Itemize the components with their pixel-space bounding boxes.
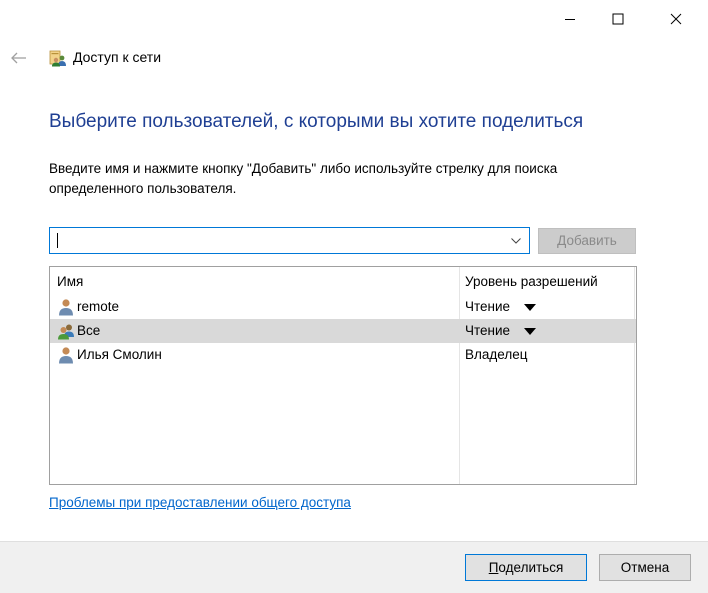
close-icon xyxy=(670,13,682,25)
user-name-input[interactable] xyxy=(50,228,505,253)
combo-dropdown-button[interactable] xyxy=(507,228,525,253)
chevron-down-icon xyxy=(511,237,521,244)
share-button-accel: П xyxy=(488,560,499,575)
user-name: Все xyxy=(77,323,101,338)
maximize-button[interactable] xyxy=(595,0,641,38)
column-header-permission[interactable]: Уровень разрешений xyxy=(465,274,598,289)
dialog-footer: Поделиться Отмена xyxy=(0,541,708,593)
add-button[interactable]: Добавить xyxy=(538,228,636,254)
permission-dropdown-icon[interactable] xyxy=(524,304,536,311)
group-icon xyxy=(58,324,74,340)
user-name: Илья Смолин xyxy=(77,347,162,362)
users-list[interactable]: Имя Уровень разрешений remote Чтение Все… xyxy=(49,266,637,485)
permission-level: Владелец xyxy=(465,347,528,362)
instructions-line-1: Введите имя и нажмите кнопку "Добавить" … xyxy=(49,161,558,176)
title-bar xyxy=(0,0,708,38)
user-combobox[interactable] xyxy=(49,227,530,254)
permission-level[interactable]: Чтение xyxy=(465,299,510,314)
user-icon xyxy=(59,299,73,316)
minimize-button[interactable] xyxy=(547,0,593,38)
instructions-text: Введите имя и нажмите кнопку "Добавить" … xyxy=(49,159,649,199)
back-button[interactable] xyxy=(8,47,30,69)
table-row-remote[interactable]: remote Чтение xyxy=(50,295,636,319)
permission-level[interactable]: Чтение xyxy=(465,323,510,338)
nav-bar: Доступ к сети xyxy=(0,40,708,76)
maximize-icon xyxy=(612,13,624,25)
user-icon xyxy=(59,347,73,364)
column-header-name[interactable]: Имя xyxy=(57,274,83,289)
add-button-label: обавить xyxy=(566,233,617,248)
window-title: Доступ к сети xyxy=(73,49,162,65)
minimize-icon xyxy=(565,19,575,20)
share-button-label: оделиться xyxy=(498,560,564,575)
table-row-everyone[interactable]: Все Чтение xyxy=(50,319,636,343)
table-row-owner[interactable]: Илья Смолин Владелец xyxy=(50,343,636,367)
permission-dropdown-icon[interactable] xyxy=(524,328,536,335)
sharing-problems-link[interactable]: Проблемы при предоставлении общего досту… xyxy=(49,495,351,510)
share-button[interactable]: Поделиться xyxy=(465,554,587,581)
instructions-line-2: определенного пользователя. xyxy=(49,181,237,196)
close-button[interactable] xyxy=(653,0,699,38)
user-name: remote xyxy=(77,299,120,314)
page-heading: Выберите пользователей, с которыми вы хо… xyxy=(49,111,584,132)
text-caret xyxy=(57,233,58,248)
cancel-button[interactable]: Отмена xyxy=(599,554,691,581)
back-arrow-icon xyxy=(11,52,26,64)
network-share-icon xyxy=(49,50,66,67)
list-header: Имя Уровень разрешений xyxy=(50,267,636,295)
